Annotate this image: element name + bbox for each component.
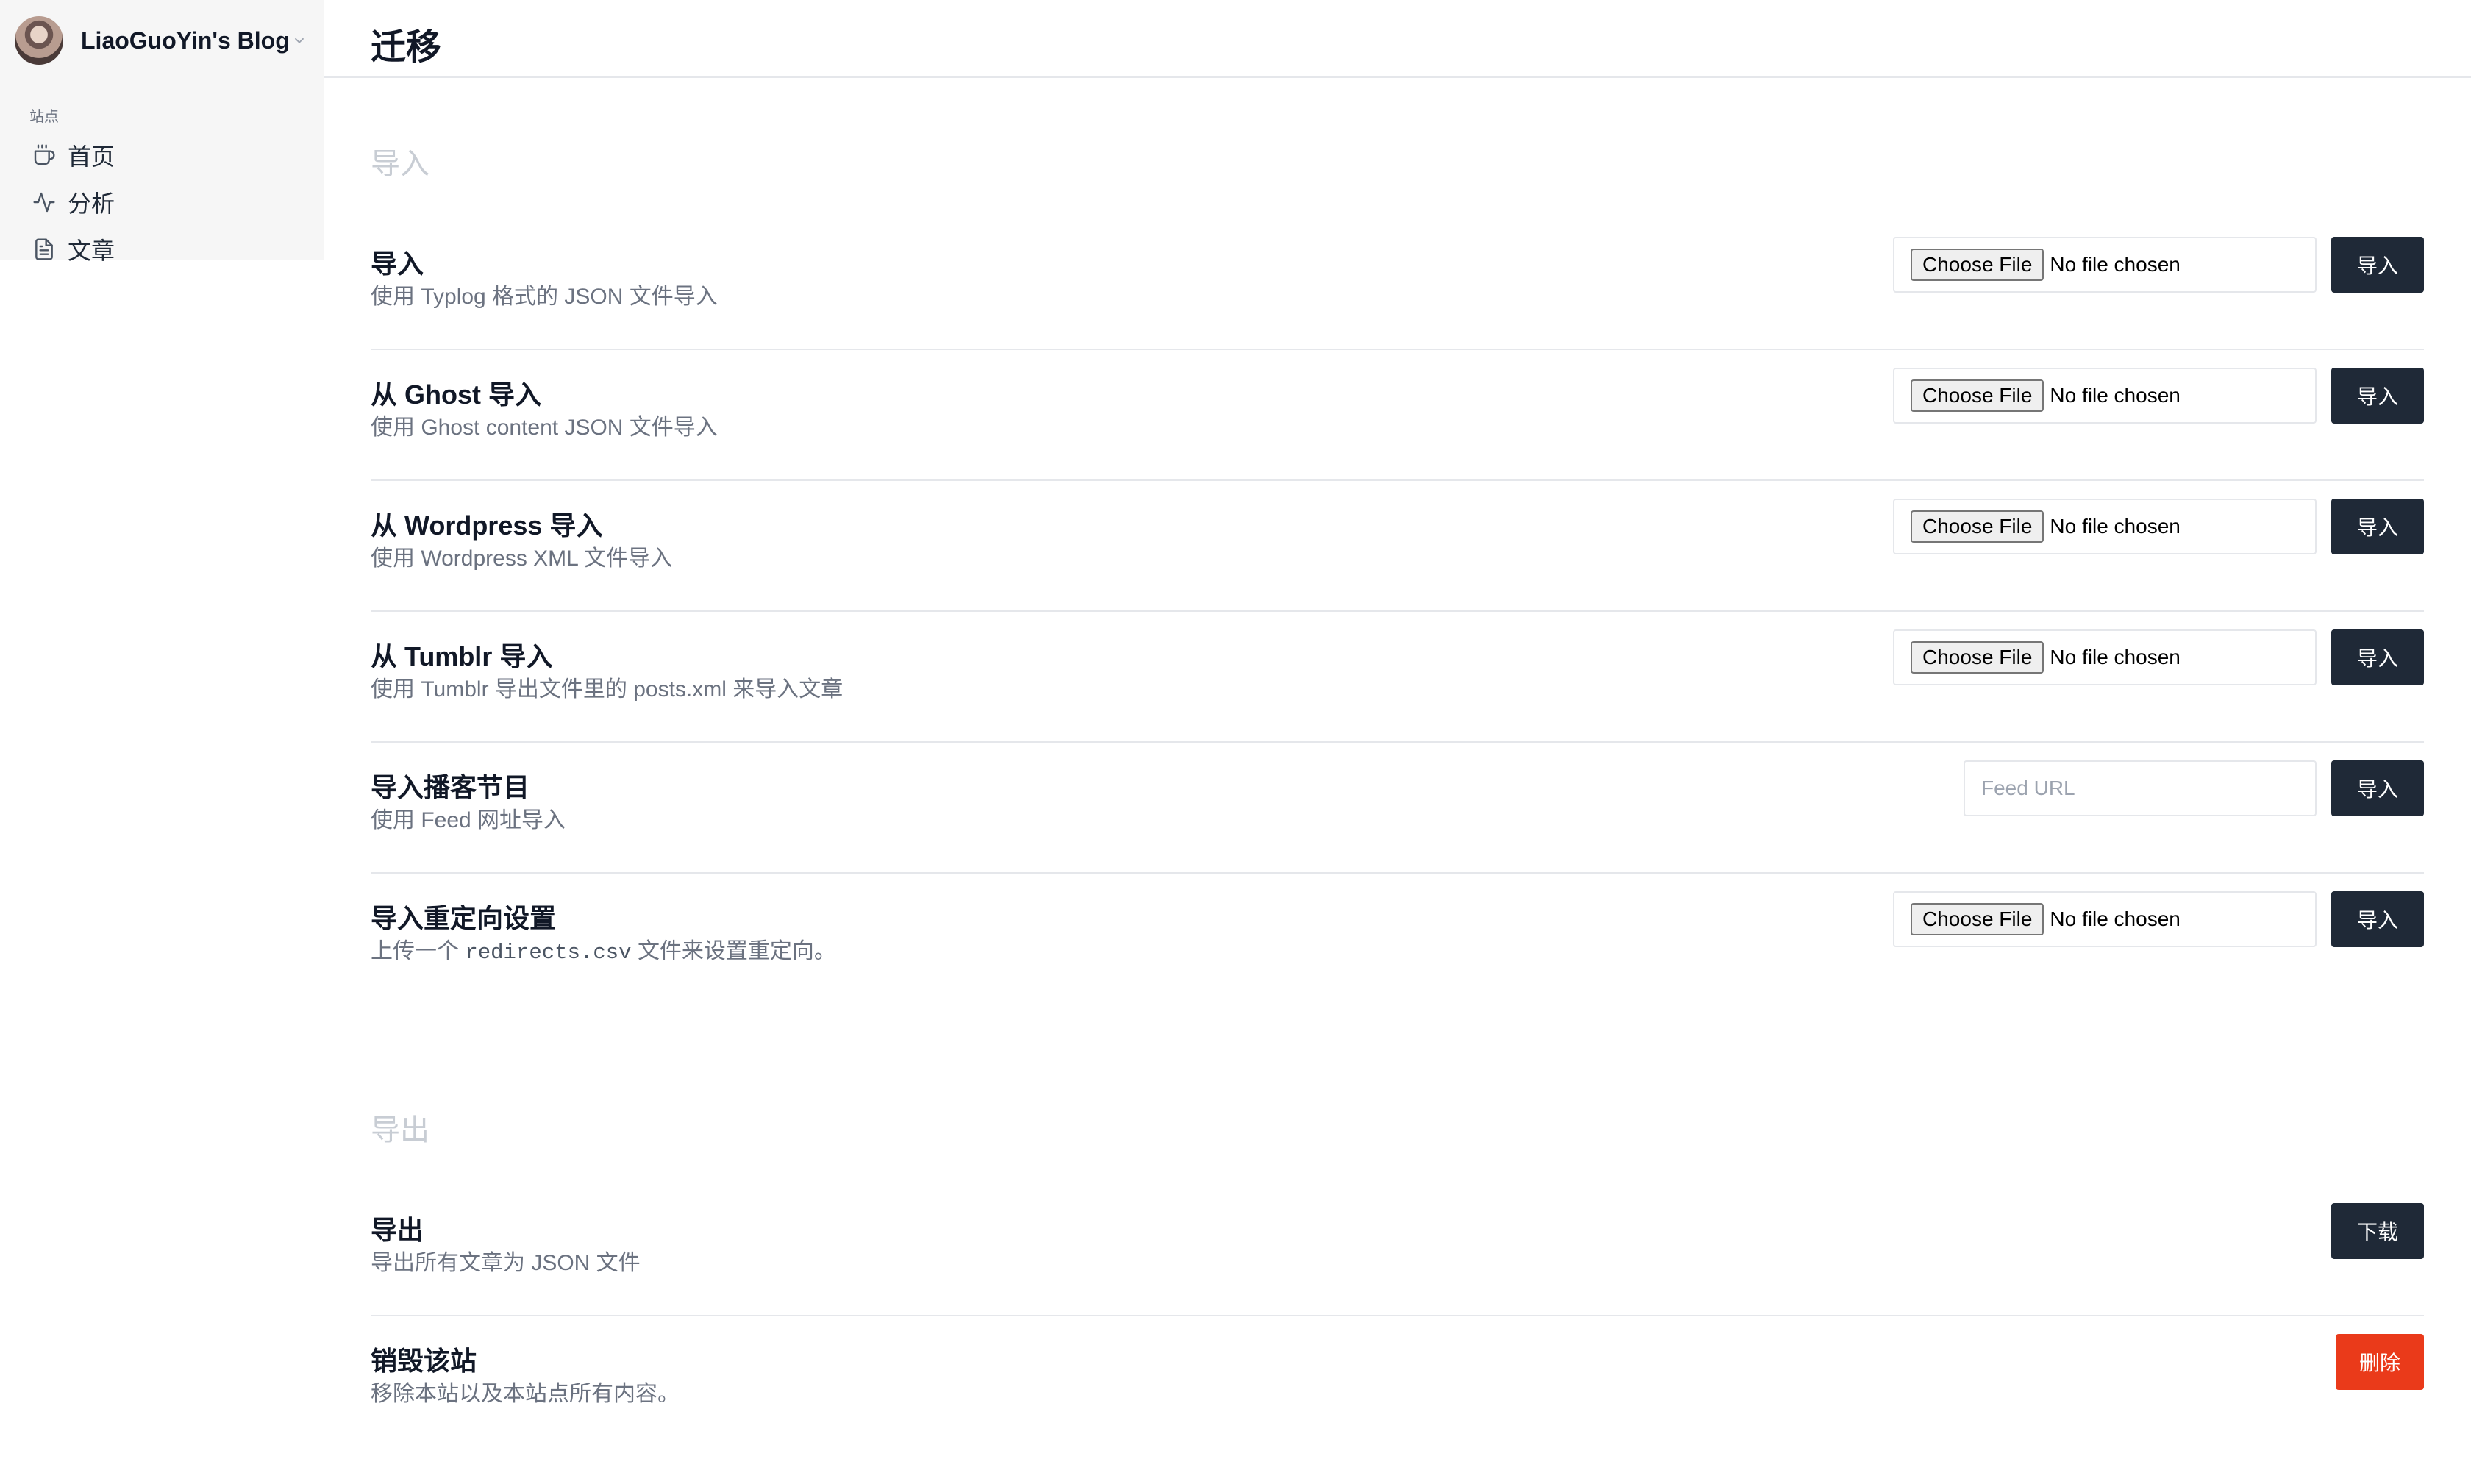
import-section-heading: 导入 (371, 148, 429, 180)
row-title: 销毁该站 (371, 1346, 477, 1376)
sidebar-item-posts[interactable]: 文章 (32, 232, 115, 266)
import-button[interactable]: 导入 (2331, 629, 2424, 685)
site-name: LiaoGuoYin's Blog (81, 26, 290, 54)
feed-url-input[interactable] (1964, 760, 2317, 816)
choose-file-button[interactable]: Choose File (1911, 510, 2044, 543)
sidebar-item-home[interactable]: 首页 (32, 138, 115, 172)
import-wordpress-row: 从 Wordpress 导入 使用 Wordpress XML 文件导入 Cho… (371, 481, 2424, 612)
choose-file-button[interactable]: Choose File (1911, 641, 2044, 674)
sidebar-item-analytics[interactable]: 分析 (32, 185, 115, 219)
sidebar-item-label: 分析 (68, 190, 115, 217)
avatar (15, 16, 63, 65)
row-description: 使用 Wordpress XML 文件导入 (371, 546, 673, 571)
file-status: No file chosen (2050, 646, 2181, 668)
page-header: 迁移 (324, 0, 2471, 78)
file-input[interactable]: Choose File No file chosen (1893, 368, 2317, 424)
file-input[interactable]: Choose File No file chosen (1893, 891, 2317, 947)
row-title: 从 Wordpress 导入 (371, 510, 603, 541)
import-button[interactable]: 导入 (2331, 760, 2424, 816)
row-title: 导入播客节目 (371, 772, 530, 802)
document-icon (35, 238, 53, 260)
file-status: No file chosen (2050, 384, 2181, 407)
row-description: 使用 Feed 网址导入 (371, 808, 566, 832)
import-tumblr-row: 从 Tumblr 导入 使用 Tumblr 导出文件里的 posts.xml 来… (371, 612, 2424, 743)
file-input[interactable]: Choose File No file chosen (1893, 499, 2317, 554)
row-title: 导入 (371, 249, 424, 279)
import-button[interactable]: 导入 (2331, 368, 2424, 424)
import-podcast-row: 导入播客节目 使用 Feed 网址导入 导入 (371, 743, 2424, 874)
import-ghost-row: 从 Ghost 导入 使用 Ghost content JSON 文件导入 Ch… (371, 350, 2424, 481)
choose-file-button[interactable]: Choose File (1911, 903, 2044, 935)
file-input[interactable]: Choose File No file chosen (1893, 237, 2317, 293)
download-button[interactable]: 下载 (2331, 1203, 2424, 1259)
row-description: 使用 Ghost content JSON 文件导入 (371, 415, 718, 440)
import-button[interactable]: 导入 (2331, 499, 2424, 554)
activity-icon (33, 192, 55, 213)
file-status: No file chosen (2050, 515, 2181, 538)
chevron-down-icon (294, 38, 304, 44)
delete-site-button[interactable]: 删除 (2336, 1334, 2424, 1390)
desc-code: redirects.csv (465, 941, 632, 965)
file-status: No file chosen (2050, 253, 2181, 276)
desc-text: 上传一个 (371, 939, 459, 963)
export-row: 导出 导出所有文章为 JSON 文件 下载 (371, 1185, 2424, 1316)
coffee-icon (34, 144, 55, 165)
file-status: No file chosen (2050, 907, 2181, 930)
row-description: 使用 Typlog 格式的 JSON 文件导入 (371, 285, 718, 309)
choose-file-button[interactable]: Choose File (1911, 379, 2044, 412)
import-typlog-row: 导入 使用 Typlog 格式的 JSON 文件导入 Choose File N… (371, 219, 2424, 350)
row-title: 从 Tumblr 导入 (371, 641, 553, 671)
destroy-site-row: 销毁该站 移除本站以及本站点所有内容。 删除 (371, 1316, 2424, 1447)
row-description: 移除本站以及本站点所有内容。 (371, 1382, 680, 1406)
export-section-heading: 导出 (371, 1114, 429, 1146)
import-redirects-row: 导入重定向设置 上传一个 redirects.csv 文件来设置重定向。 Cho… (371, 874, 2424, 1005)
sidebar: LiaoGuoYin's Blog 站点 首页 分析 文章 (0, 0, 324, 264)
nav-section-label: 站点 (29, 109, 59, 125)
row-title: 导出 (371, 1215, 424, 1245)
sidebar-item-label: 首页 (68, 143, 115, 170)
row-description: 导出所有文章为 JSON 文件 (371, 1251, 641, 1275)
choose-file-button[interactable]: Choose File (1911, 249, 2044, 281)
row-description: 上传一个 redirects.csv 文件来设置重定向。 (371, 932, 836, 965)
site-switcher[interactable]: LiaoGuoYin's Blog (15, 16, 307, 65)
sidebar-item-label: 文章 (68, 238, 115, 264)
page-title: 迁移 (371, 28, 442, 67)
import-button[interactable]: 导入 (2331, 237, 2424, 293)
desc-text: 文件来设置重定向。 (637, 939, 836, 963)
row-title: 导入重定向设置 (371, 903, 557, 933)
file-input[interactable]: Choose File No file chosen (1893, 629, 2317, 685)
row-title: 从 Ghost 导入 (371, 379, 541, 410)
row-description: 使用 Tumblr 导出文件里的 posts.xml 来导入文章 (371, 677, 844, 702)
import-button[interactable]: 导入 (2331, 891, 2424, 947)
